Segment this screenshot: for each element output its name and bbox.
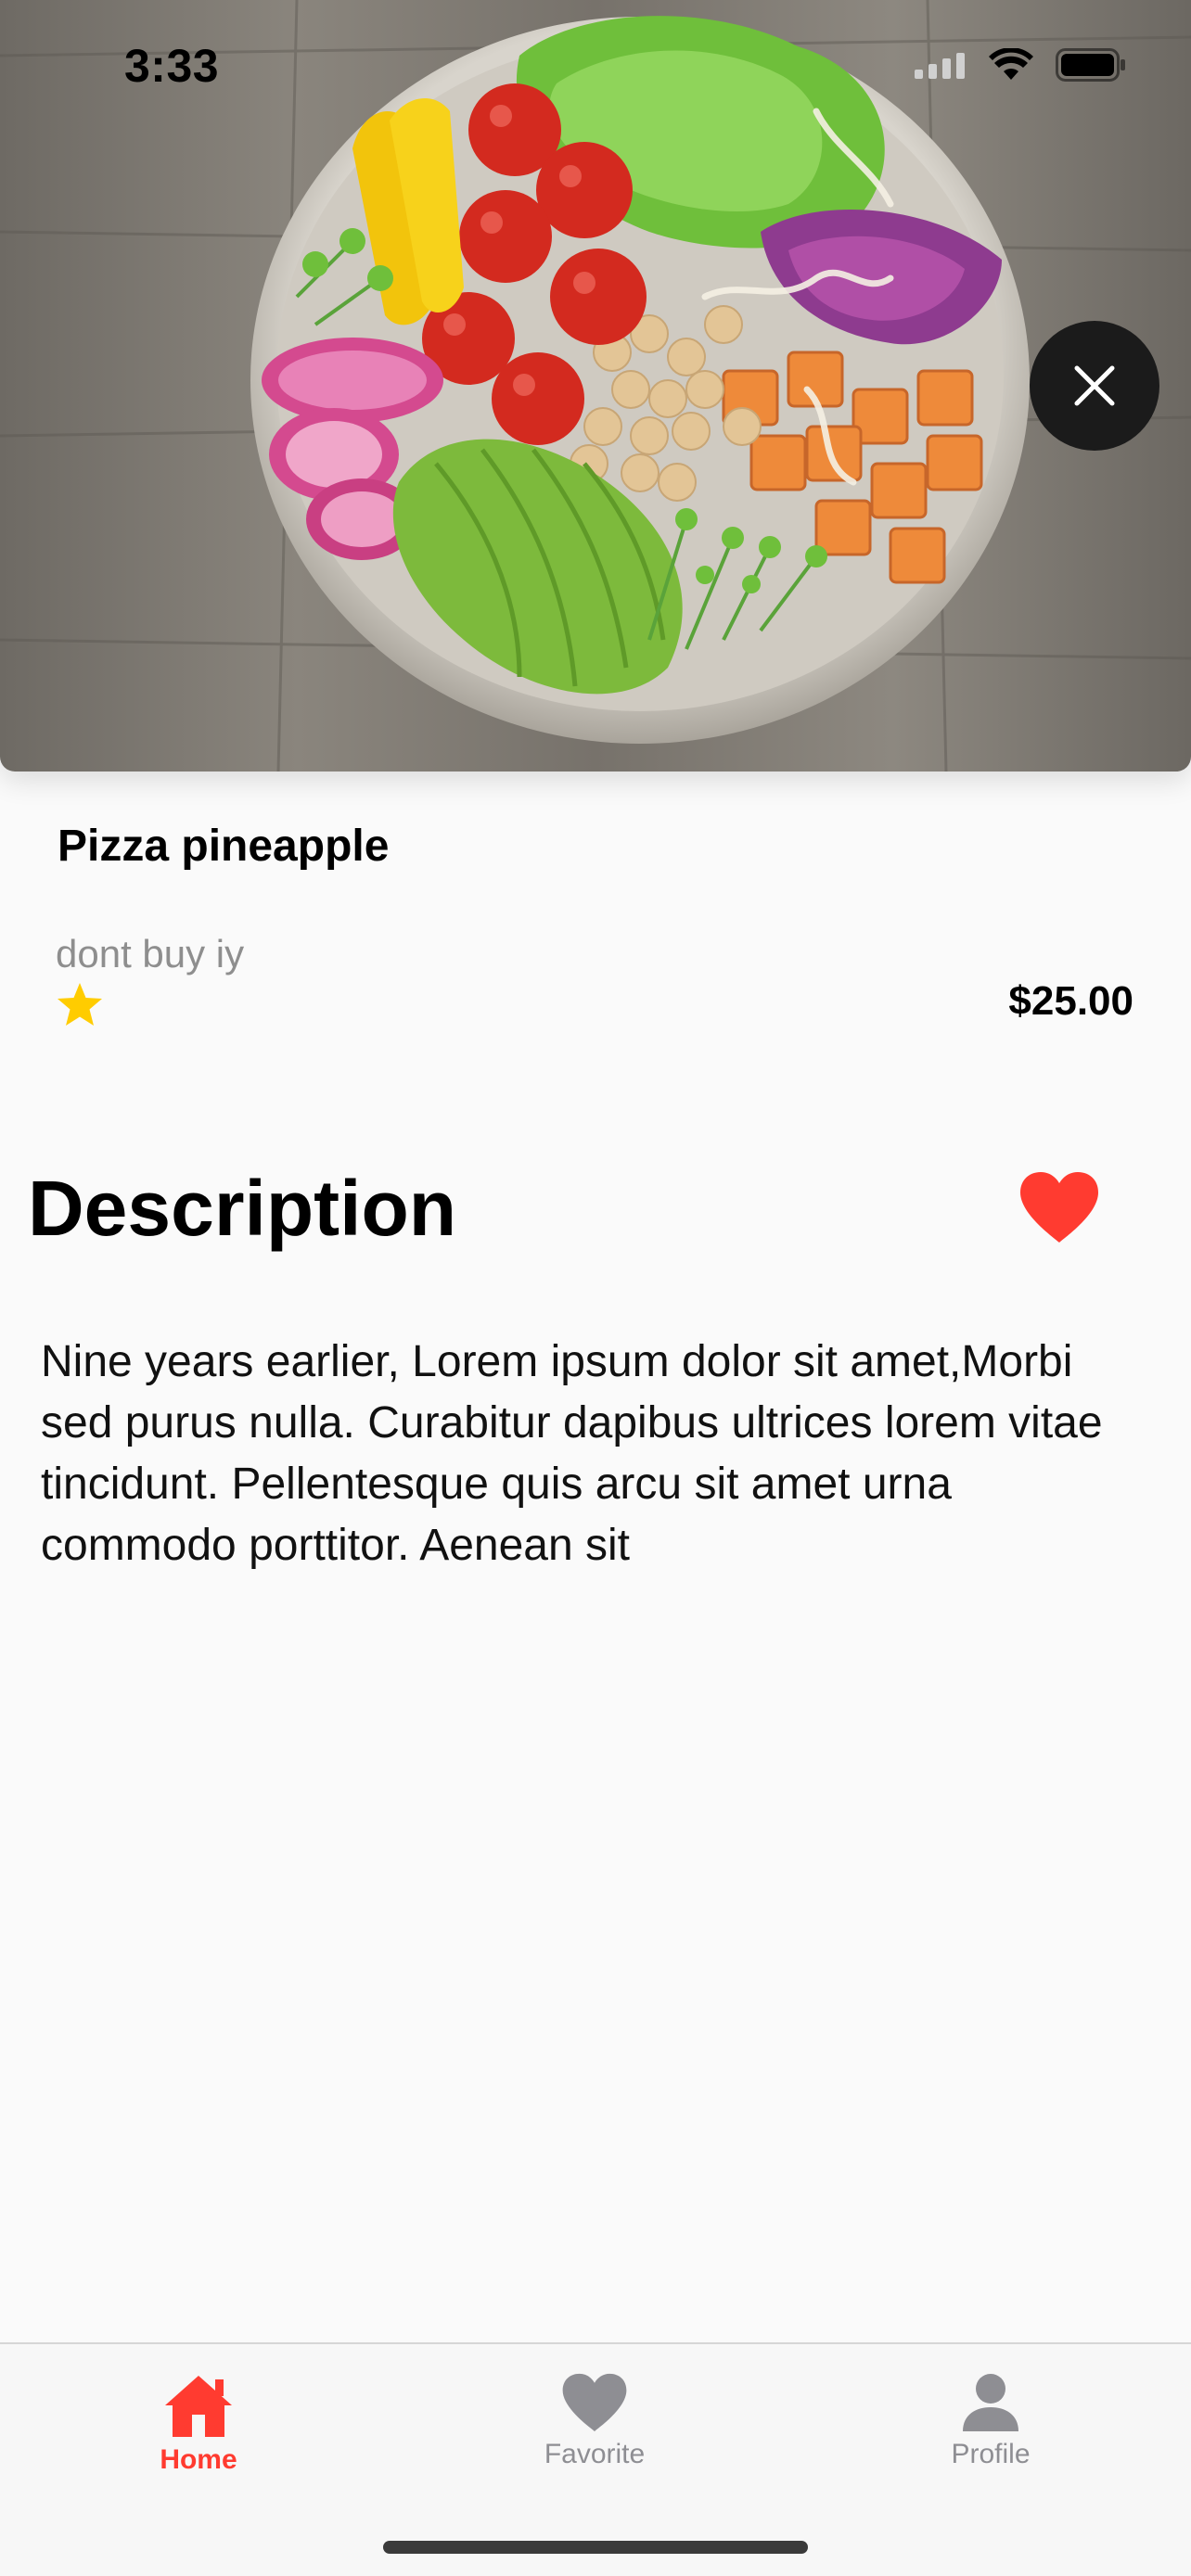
status-bar: 3:33 — [0, 0, 1191, 139]
favorite-heart-icon[interactable] — [1018, 1170, 1100, 1249]
battery-icon — [1056, 48, 1125, 82]
close-icon — [1074, 365, 1115, 406]
tab-home[interactable]: Home — [87, 2372, 310, 2476]
heart-icon — [562, 2373, 627, 2432]
tab-favorite-label: Favorite — [544, 2439, 646, 2469]
signal-icon — [915, 53, 965, 79]
tab-home-label: Home — [160, 2444, 237, 2475]
person-icon — [963, 2374, 1018, 2431]
tab-profile[interactable]: Profile — [879, 2372, 1102, 2470]
home-indicator — [383, 2541, 808, 2554]
description-text: Nine years earlier, Lorem ipsum dolor si… — [41, 1337, 1103, 1570]
status-icons — [915, 48, 1126, 82]
product-name: Pizza pineapple — [58, 822, 390, 871]
product-subtitle: dont buy iy — [56, 932, 245, 976]
close-button[interactable] — [1030, 321, 1159, 451]
star-icon — [56, 981, 104, 1032]
product-price: $25.00 — [1008, 978, 1133, 1024]
status-time: 3:33 — [124, 40, 220, 92]
wifi-icon — [989, 48, 1033, 80]
tab-profile-label: Profile — [951, 2439, 1031, 2469]
home-icon — [165, 2376, 232, 2437]
description-title: Description — [28, 1165, 457, 1252]
tab-favorite[interactable]: Favorite — [483, 2372, 706, 2470]
